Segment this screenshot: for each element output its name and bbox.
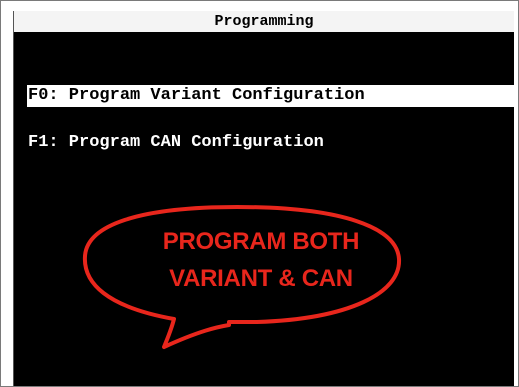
screenshot-frame: Programming F0: Program Variant Configur… [0, 0, 519, 387]
callout-text: PROGRAM BOTH VARIANT & CAN [119, 223, 403, 297]
menu-item-program-variant-configuration[interactable]: F0: Program Variant Configuration [27, 85, 514, 107]
menu-item-program-can-configuration[interactable]: F1: Program CAN Configuration [28, 132, 324, 154]
callout-line-1: PROGRAM BOTH [162, 228, 360, 255]
window-title: Programming [14, 11, 514, 32]
callout-line-2: VARIANT & CAN [169, 265, 353, 292]
